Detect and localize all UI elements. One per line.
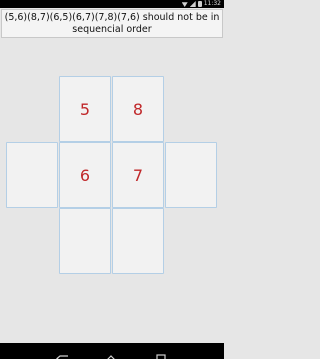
app-screen: 11:32 (5,6)(8,7)(6,5)(6,7)(7,8)(7,6) sho… bbox=[0, 0, 224, 359]
status-bar: 11:32 bbox=[0, 0, 224, 8]
recent-apps-button[interactable] bbox=[154, 347, 168, 359]
home-icon bbox=[107, 355, 115, 359]
battery-icon bbox=[197, 1, 202, 7]
navigation-bar bbox=[0, 343, 224, 359]
grid-cell-top-right[interactable]: 8 bbox=[112, 76, 164, 142]
signal-icon bbox=[189, 1, 196, 7]
rule-message: (5,6)(8,7)(6,5)(6,7)(7,8)(7,6) should no… bbox=[1, 9, 223, 38]
back-button[interactable] bbox=[56, 347, 70, 359]
grid-cell-mid-left[interactable]: 6 bbox=[59, 142, 111, 208]
back-icon bbox=[56, 355, 68, 359]
grid-cell-bottom-right[interactable] bbox=[112, 208, 164, 274]
home-button[interactable] bbox=[104, 347, 118, 359]
status-icons: 11:32 bbox=[181, 0, 221, 8]
grid-cell-top-left[interactable]: 5 bbox=[59, 76, 111, 142]
grid-cell-bottom-left[interactable] bbox=[59, 208, 111, 274]
grid-cell-mid-right[interactable]: 7 bbox=[112, 142, 164, 208]
status-time: 11:32 bbox=[203, 0, 221, 7]
wifi-icon bbox=[181, 2, 188, 7]
recent-apps-icon bbox=[156, 354, 166, 359]
grid-cell-mid-far-left[interactable] bbox=[6, 142, 58, 208]
grid-cell-mid-far-right[interactable] bbox=[165, 142, 217, 208]
